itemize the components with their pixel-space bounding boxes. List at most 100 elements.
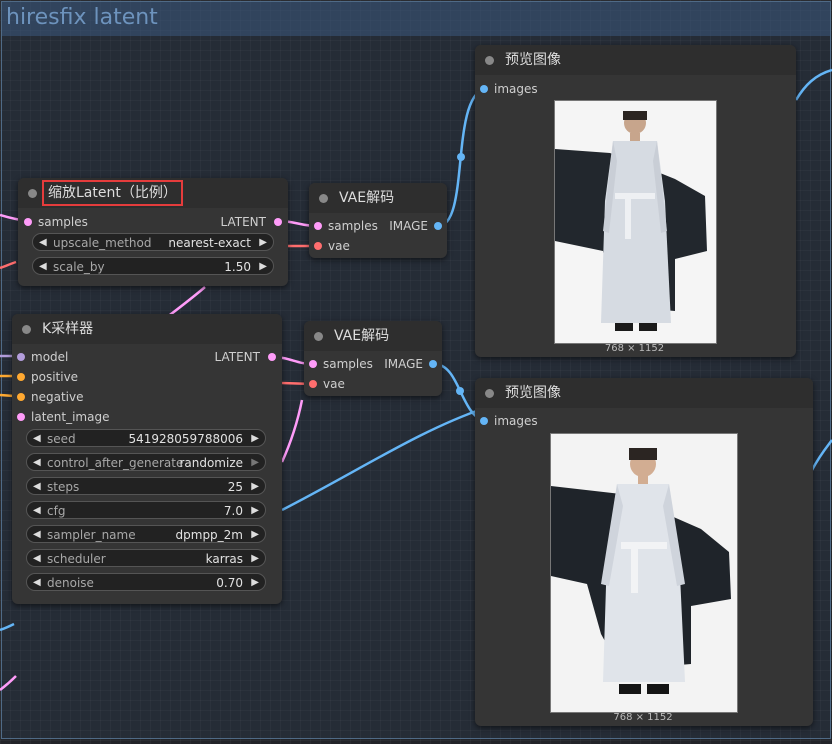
output-latent[interactable]: LATENT — [182, 212, 282, 232]
slot-label: images — [494, 414, 538, 428]
image-socket-icon[interactable] — [480, 417, 488, 425]
widget-value: 7.0 — [223, 504, 243, 518]
node-title: 预览图像 — [505, 52, 561, 68]
input-images[interactable]: images — [480, 79, 560, 99]
arrow-left-icon[interactable]: ◀ — [33, 430, 41, 448]
slot-label: model — [31, 350, 69, 364]
node-title-bar[interactable]: 缩放Latent（比例） — [18, 178, 288, 208]
node-title-bar[interactable]: K采样器 — [12, 314, 282, 344]
collapse-dot-icon[interactable] — [314, 332, 323, 341]
arrow-right-icon[interactable]: ▶ — [251, 478, 259, 496]
slot-label: IMAGE — [384, 357, 423, 371]
node-preview-image-1[interactable]: 预览图像 images 768 × 1152 — [475, 45, 796, 357]
node-vae-decode-1[interactable]: VAE解码 samples IMAGE vae — [309, 183, 447, 258]
input-positive[interactable]: positive — [17, 367, 137, 387]
combo-scheduler[interactable]: ◀ scheduler karras ▶ — [26, 549, 266, 567]
widget-value: dpmpp_2m — [175, 528, 243, 542]
latent-socket-icon[interactable] — [17, 413, 25, 421]
combo-control-after-generate[interactable]: ◀ control_after_generate randomize ▶ — [26, 453, 266, 471]
widget-label: scheduler — [47, 552, 106, 566]
person-in-robe-image — [555, 101, 716, 343]
arrow-left-icon[interactable]: ◀ — [39, 258, 47, 276]
collapse-dot-icon[interactable] — [485, 56, 494, 65]
node-title-bar[interactable]: 预览图像 — [475, 378, 813, 408]
collapse-dot-icon[interactable] — [485, 389, 494, 398]
node-preview-image-2[interactable]: 预览图像 images 768 × 1152 — [475, 378, 813, 726]
wire-blue-right-bottom — [810, 439, 832, 471]
latent-socket-icon[interactable] — [268, 353, 276, 361]
arrow-right-icon[interactable]: ▶ — [251, 430, 259, 448]
widget-label: scale_by — [53, 260, 105, 274]
node-title-bar[interactable]: VAE解码 — [304, 321, 442, 351]
input-samples[interactable]: samples — [309, 354, 379, 374]
arrow-left-icon[interactable]: ◀ — [39, 234, 47, 252]
number-denoise[interactable]: ◀ denoise 0.70 ▶ — [26, 573, 266, 591]
slot-label: positive — [31, 370, 79, 384]
input-samples[interactable]: samples — [314, 216, 384, 236]
arrow-right-icon[interactable]: ▶ — [251, 574, 259, 592]
latent-socket-icon[interactable] — [309, 360, 317, 368]
arrow-left-icon[interactable]: ◀ — [33, 454, 41, 472]
latent-socket-icon[interactable] — [314, 222, 322, 230]
arrow-right-icon[interactable]: ▶ — [251, 454, 259, 472]
node-title-bar[interactable]: 预览图像 — [475, 45, 796, 75]
arrow-left-icon[interactable]: ◀ — [33, 574, 41, 592]
widget-label: cfg — [47, 504, 66, 518]
widget-value: karras — [205, 552, 243, 566]
collapse-dot-icon[interactable] — [319, 194, 328, 203]
latent-socket-icon[interactable] — [274, 218, 282, 226]
vae-socket-icon[interactable] — [309, 380, 317, 388]
image-socket-icon[interactable] — [480, 85, 488, 93]
node-title: VAE解码 — [334, 328, 390, 344]
combo-upscale-method[interactable]: ◀ upscale_method nearest-exact ▶ — [32, 233, 274, 251]
arrow-right-icon[interactable]: ▶ — [251, 550, 259, 568]
vae-socket-icon[interactable] — [314, 242, 322, 250]
output-image[interactable]: IMAGE — [382, 216, 442, 236]
node-title: K采样器 — [42, 321, 94, 337]
conditioning-socket-icon[interactable] — [17, 373, 25, 381]
arrow-left-icon[interactable]: ◀ — [33, 526, 41, 544]
number-scale-by[interactable]: ◀ scale_by 1.50 ▶ — [32, 257, 274, 275]
preview-image[interactable] — [554, 100, 717, 344]
input-latent-image[interactable]: latent_image — [17, 407, 157, 427]
image-socket-icon[interactable] — [429, 360, 437, 368]
wire-blue-left — [0, 622, 15, 632]
preview-image[interactable] — [550, 433, 738, 713]
combo-sampler-name[interactable]: ◀ sampler_name dpmpp_2m ▶ — [26, 525, 266, 543]
widget-value: randomize — [179, 456, 243, 470]
arrow-right-icon[interactable]: ▶ — [259, 234, 267, 252]
collapse-dot-icon[interactable] — [22, 325, 31, 334]
model-socket-icon[interactable] — [17, 353, 25, 361]
output-latent[interactable]: LATENT — [176, 347, 276, 367]
arrow-right-icon[interactable]: ▶ — [251, 502, 259, 520]
input-negative[interactable]: negative — [17, 387, 137, 407]
arrow-left-icon[interactable]: ◀ — [33, 478, 41, 496]
arrow-left-icon[interactable]: ◀ — [33, 502, 41, 520]
slot-label: LATENT — [220, 215, 266, 229]
widget-value: 25 — [227, 480, 243, 494]
arrow-right-icon[interactable]: ▶ — [251, 526, 259, 544]
image-socket-icon[interactable] — [434, 222, 442, 230]
output-image[interactable]: IMAGE — [377, 354, 437, 374]
latent-socket-icon[interactable] — [24, 218, 32, 226]
collapse-dot-icon[interactable] — [28, 189, 37, 198]
number-steps[interactable]: ◀ steps 25 ▶ — [26, 477, 266, 495]
node-ksampler[interactable]: K采样器 model LATENT positive negative late… — [12, 314, 282, 604]
arrow-left-icon[interactable]: ◀ — [33, 550, 41, 568]
image-size-caption: 768 × 1152 — [613, 712, 673, 723]
input-vae[interactable]: vae — [309, 374, 369, 394]
input-images[interactable]: images — [480, 411, 560, 431]
slot-label: LATENT — [214, 350, 260, 364]
widget-label: upscale_method — [53, 236, 152, 250]
conditioning-socket-icon[interactable] — [17, 393, 25, 401]
node-vae-decode-2[interactable]: VAE解码 samples IMAGE vae — [304, 321, 442, 396]
input-vae[interactable]: vae — [314, 236, 374, 256]
node-upscale-latent[interactable]: 缩放Latent（比例） samples LATENT ◀ upscale_me… — [18, 178, 288, 286]
arrow-right-icon[interactable]: ▶ — [259, 258, 267, 276]
number-seed[interactable]: ◀ seed 541928059788006 ▶ — [26, 429, 266, 447]
number-cfg[interactable]: ◀ cfg 7.0 ▶ — [26, 501, 266, 519]
input-model[interactable]: model — [17, 347, 137, 367]
input-samples[interactable]: samples — [24, 212, 144, 232]
widget-label: control_after_generate — [47, 456, 184, 470]
node-title-bar[interactable]: VAE解码 — [309, 183, 447, 213]
